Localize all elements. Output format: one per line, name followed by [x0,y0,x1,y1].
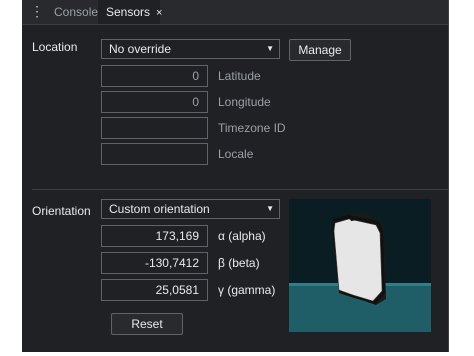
device-3d-icon [289,213,431,332]
orientation-label: Orientation [32,204,91,218]
reset-button-label: Reset [131,317,163,331]
tab-sensors[interactable]: Sensors × [98,0,162,24]
section-divider [32,189,448,190]
manage-button-label: Manage [298,43,342,57]
phone-model [332,213,386,305]
manage-button[interactable]: Manage [289,39,351,61]
latitude-input[interactable]: 0 [101,65,208,87]
chevron-down-icon: ▼ [266,44,274,53]
location-select[interactable]: No override ▼ [101,39,280,59]
timezone-id-input[interactable] [101,117,208,139]
reset-button[interactable]: Reset [111,313,183,335]
gamma-label: γ (gamma) [218,283,276,297]
longitude-label: Longitude [218,95,271,109]
latitude-label: Latitude [218,69,261,83]
orientation-select-value: Custom orientation [109,202,210,216]
timezone-id-label: Timezone ID [218,121,286,135]
gamma-input[interactable]: 25,0581 [101,279,208,301]
beta-input[interactable]: -130,7412 [101,252,208,274]
locale-label: Locale [218,147,254,161]
more-vertical-icon[interactable]: ⋮ [30,4,44,18]
orientation-select[interactable]: Custom orientation ▼ [101,199,280,219]
beta-label: β (beta) [218,256,260,270]
sensors-panel: ⋮ Console Sensors × Location No override … [22,0,449,352]
tab-console[interactable]: Console [50,0,102,24]
location-select-value: No override [109,42,172,56]
chevron-down-icon: ▼ [266,204,274,213]
location-label: Location [32,40,78,54]
devtools-tabbar: ⋮ Console Sensors × [22,0,448,25]
tab-console-label: Console [54,5,99,19]
tab-sensors-label: Sensors [106,5,151,19]
alpha-input[interactable]: 173,169 [101,225,208,247]
longitude-input[interactable]: 0 [101,91,208,113]
close-icon[interactable]: × [156,7,162,19]
alpha-label: α (alpha) [218,229,266,243]
locale-input[interactable] [101,143,208,165]
orientation-preview[interactable] [289,199,431,332]
